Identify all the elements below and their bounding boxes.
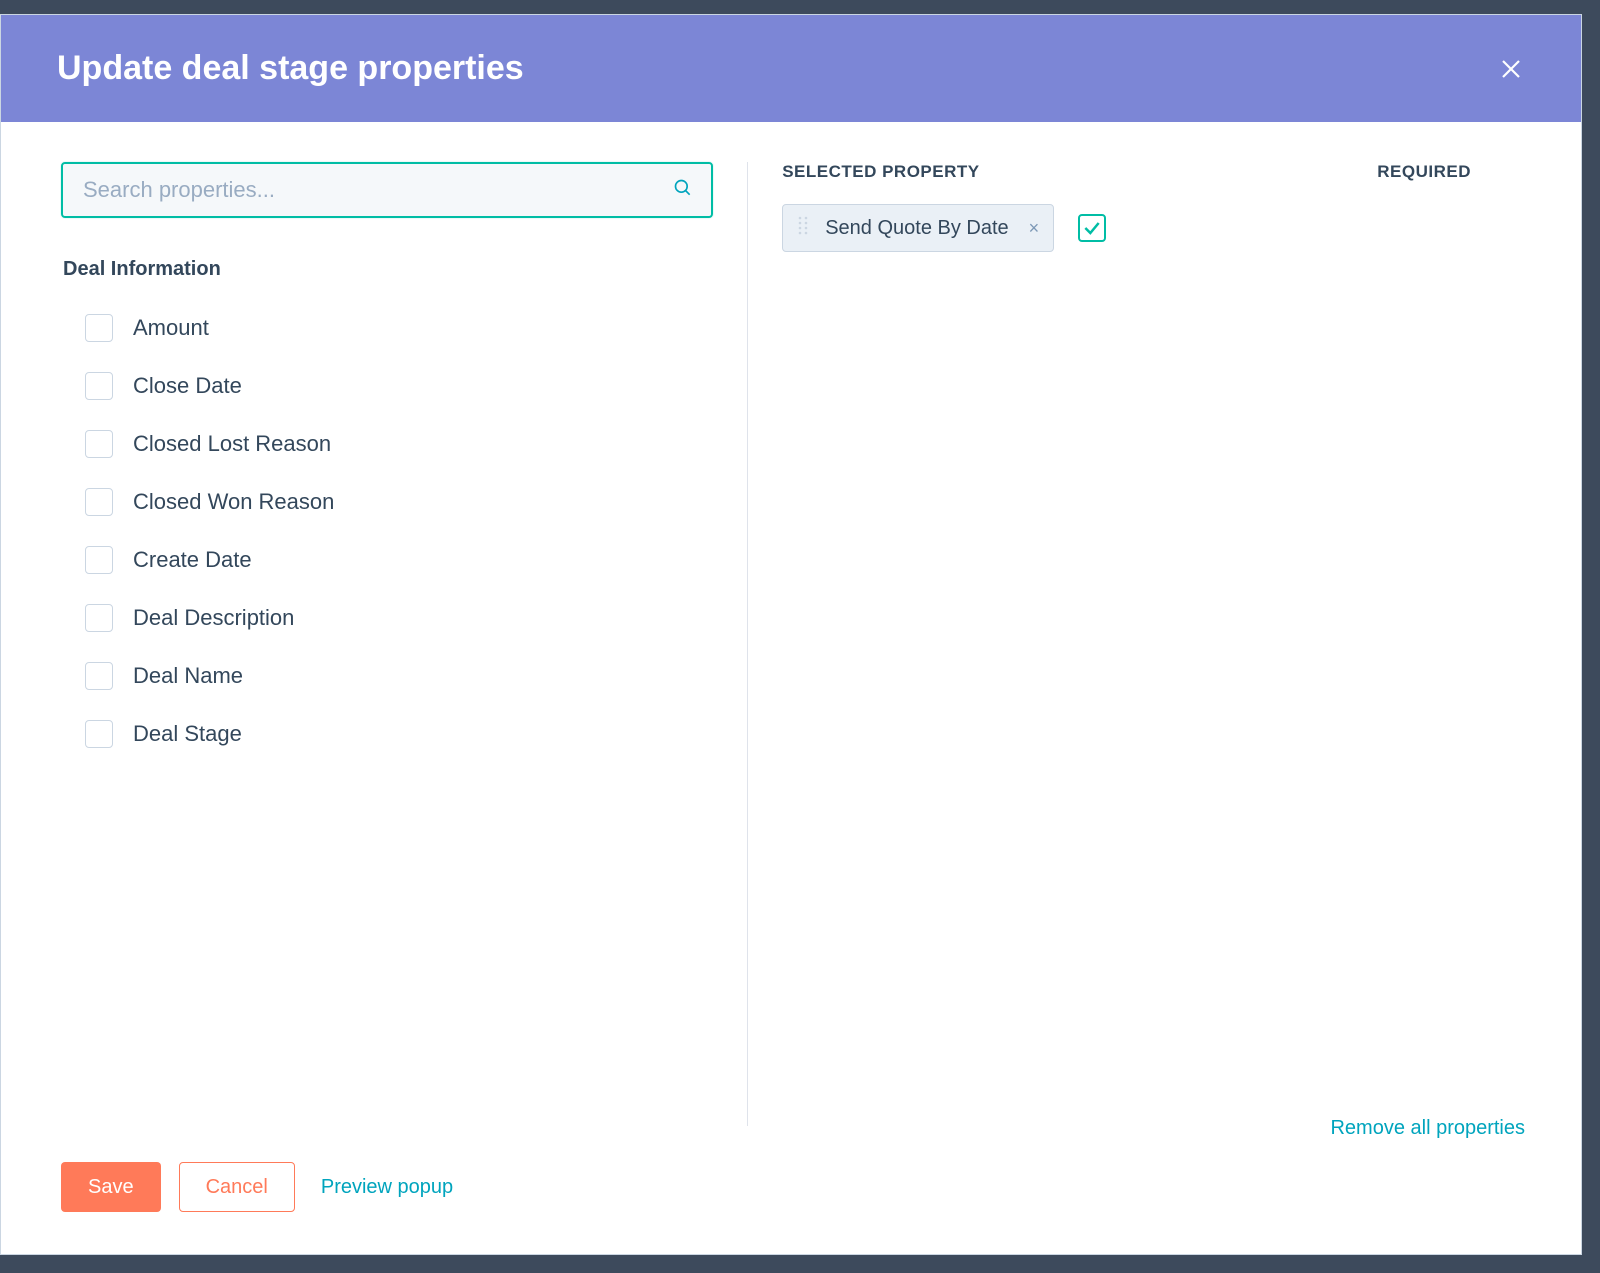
- available-properties-pane: Deal Information Amount Close Date Closed …: [61, 162, 747, 1126]
- property-checkbox[interactable]: [85, 488, 113, 516]
- required-checkbox[interactable]: [1078, 214, 1106, 242]
- property-checkbox[interactable]: [85, 546, 113, 574]
- property-item[interactable]: Close Date: [85, 357, 713, 415]
- property-list: Amount Close Date Closed Lost Reason Closed…: [61, 299, 713, 763]
- property-label: Deal Description: [133, 605, 294, 631]
- property-group-label: Deal Information: [63, 258, 713, 281]
- close-button[interactable]: [1497, 55, 1525, 83]
- search-icon: [673, 178, 693, 203]
- selected-property-heading: SELECTED PROPERTY: [782, 162, 979, 182]
- remove-all-properties-link[interactable]: Remove all properties: [1330, 1117, 1525, 1140]
- modal-body: Deal Information Amount Close Date Closed …: [1, 122, 1581, 1126]
- property-item[interactable]: Create Date: [85, 531, 713, 589]
- property-label: Create Date: [133, 547, 252, 573]
- check-icon: [1082, 218, 1102, 238]
- property-checkbox[interactable]: [85, 314, 113, 342]
- selected-property-row: Send Quote By Date ×: [782, 204, 1521, 252]
- remove-property-button[interactable]: ×: [1029, 219, 1040, 237]
- property-item[interactable]: Amount: [85, 299, 713, 357]
- cancel-button[interactable]: Cancel: [179, 1162, 295, 1212]
- close-icon: [1499, 57, 1523, 81]
- drag-handle-icon[interactable]: [797, 215, 811, 241]
- property-label: Deal Name: [133, 663, 243, 689]
- property-checkbox[interactable]: [85, 430, 113, 458]
- property-label: Amount: [133, 315, 209, 341]
- modal-update-deal-stage-properties: Update deal stage properties: [0, 14, 1582, 1255]
- property-item[interactable]: Closed Won Reason: [85, 473, 713, 531]
- modal-footer: Save Cancel Preview popup: [1, 1126, 1581, 1254]
- save-button[interactable]: Save: [61, 1162, 161, 1212]
- required-heading: REQUIRED: [1377, 162, 1521, 182]
- property-item[interactable]: Deal Name: [85, 647, 713, 705]
- property-item[interactable]: Deal Stage: [85, 705, 713, 763]
- preview-popup-link[interactable]: Preview popup: [321, 1176, 453, 1199]
- property-checkbox[interactable]: [85, 372, 113, 400]
- modal-title: Update deal stage properties: [57, 49, 524, 88]
- search-input[interactable]: [81, 176, 673, 204]
- property-item[interactable]: Closed Lost Reason: [85, 415, 713, 473]
- property-checkbox[interactable]: [85, 720, 113, 748]
- selected-property-pill[interactable]: Send Quote By Date ×: [782, 204, 1054, 252]
- search-field-wrap[interactable]: [61, 162, 713, 218]
- property-checkbox[interactable]: [85, 604, 113, 632]
- modal-header: Update deal stage properties: [1, 15, 1581, 122]
- selected-property-label: Send Quote By Date: [825, 217, 1014, 240]
- property-label: Close Date: [133, 373, 242, 399]
- selected-properties-pane: SELECTED PROPERTY REQUIRED: [747, 162, 1521, 1126]
- property-checkbox[interactable]: [85, 662, 113, 690]
- property-label: Closed Lost Reason: [133, 431, 331, 457]
- property-item[interactable]: Deal Description: [85, 589, 713, 647]
- property-label: Deal Stage: [133, 721, 242, 747]
- property-label: Closed Won Reason: [133, 489, 334, 515]
